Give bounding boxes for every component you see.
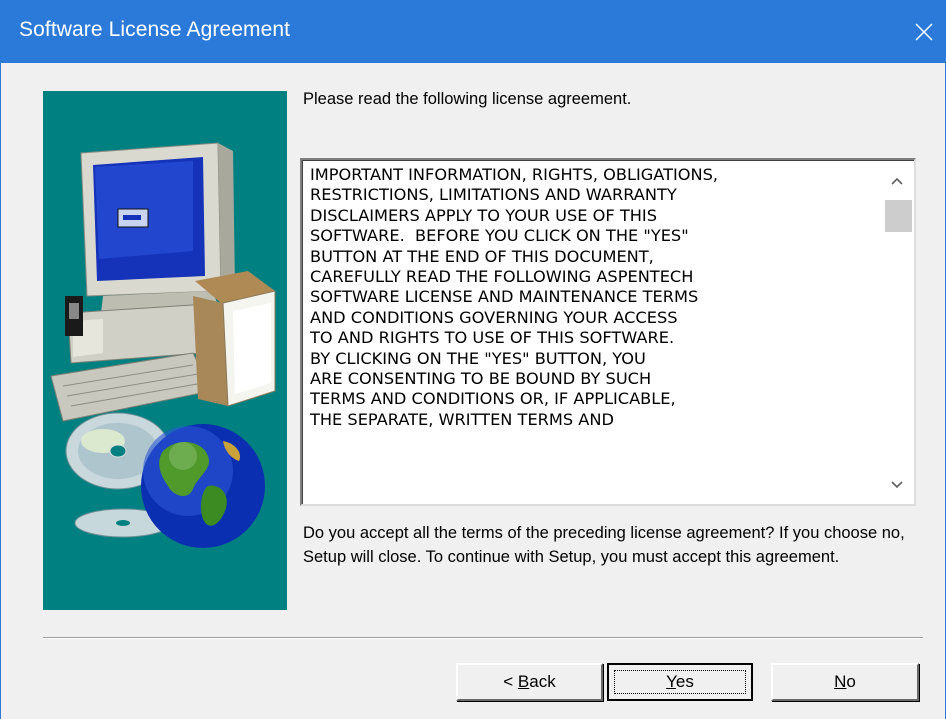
acceptance-question: Do you accept all the terms of the prece…	[303, 524, 905, 566]
setup-illustration	[43, 91, 287, 610]
chevron-up-icon	[891, 177, 903, 185]
separator	[43, 637, 923, 639]
back-button-label: < Back	[503, 672, 556, 691]
instruction-text: Please read the following license agreem…	[303, 90, 632, 108]
back-button[interactable]: < Back	[456, 663, 603, 701]
no-button[interactable]: No	[771, 663, 919, 701]
window-title: Software License Agreement	[19, 18, 291, 41]
focus-rectangle	[614, 670, 746, 694]
setup-dialog: Software License Agreement Please read t…	[0, 0, 946, 719]
scroll-thumb[interactable]	[885, 200, 912, 232]
computer-cd-globe-illustration	[50, 142, 276, 548]
close-icon	[915, 22, 933, 41]
close-button[interactable]	[901, 0, 946, 63]
chevron-down-icon	[891, 481, 903, 489]
license-text[interactable]: IMPORTANT INFORMATION, RIGHTS, OBLIGATIO…	[310, 165, 870, 501]
scroll-up-button[interactable]	[882, 166, 912, 196]
title-bar[interactable]: Software License Agreement	[1, 0, 946, 63]
yes-button[interactable]: Yes	[607, 663, 753, 701]
no-button-label: No	[834, 672, 856, 691]
license-text-box[interactable]: IMPORTANT INFORMATION, RIGHTS, OBLIGATIO…	[300, 158, 916, 506]
vertical-scrollbar[interactable]	[882, 162, 912, 502]
scroll-down-button[interactable]	[882, 470, 912, 500]
